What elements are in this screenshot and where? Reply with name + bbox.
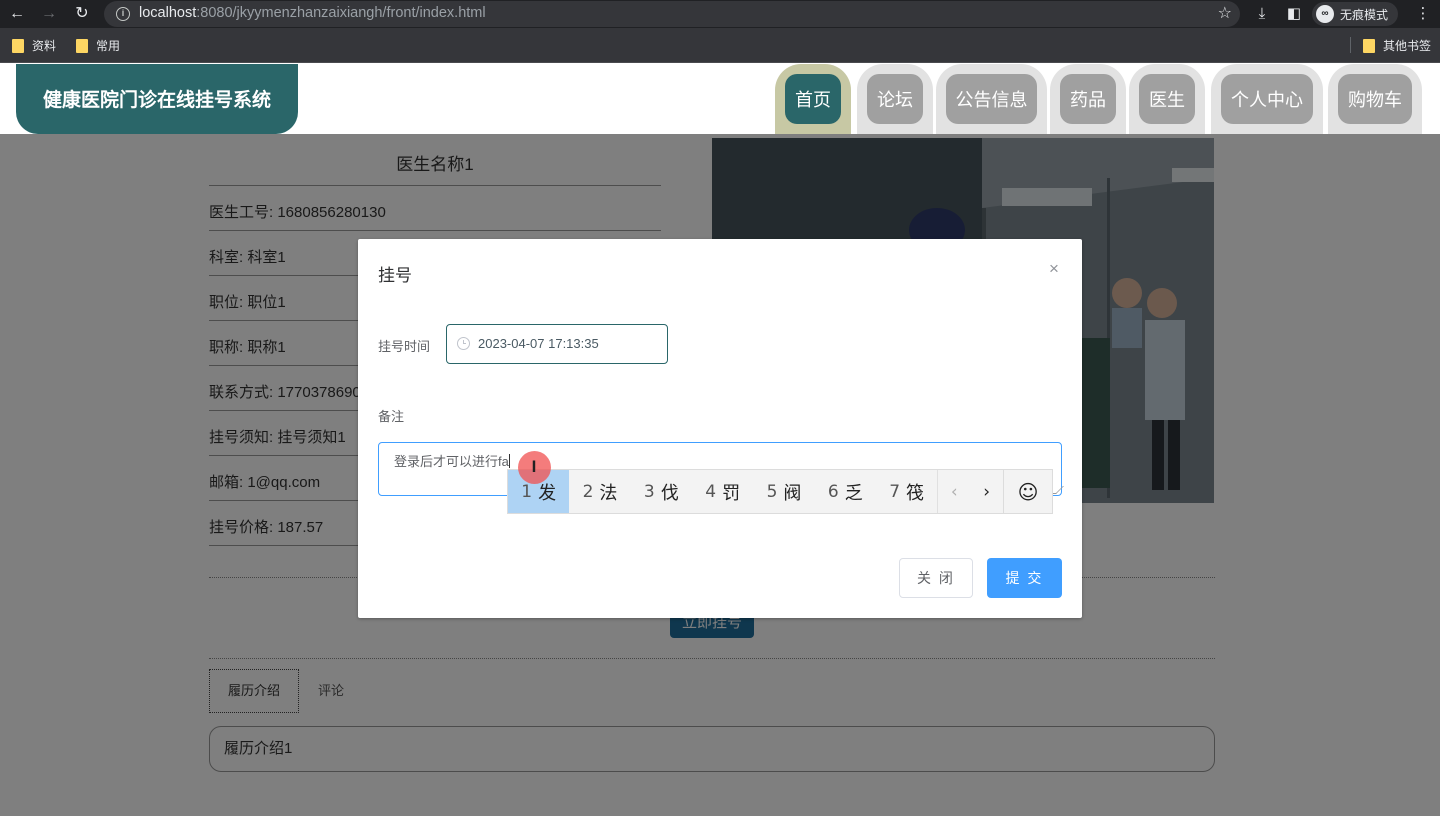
dialog-title: 挂号 <box>378 266 412 285</box>
bookmark-folder[interactable]: 常用 <box>76 37 120 54</box>
bookmark-folder[interactable]: 资料 <box>12 37 56 54</box>
url-text: localhost:8080/jkyymenzhanzaixiangh/fron… <box>139 5 486 21</box>
cancel-button[interactable]: 关 闭 <box>899 558 973 598</box>
nav-label: 购物车 <box>1338 74 1412 124</box>
remark-value: 登录后才可以进行fa <box>394 454 510 469</box>
back-icon[interactable]: ← <box>6 3 28 25</box>
nav-label: 论坛 <box>867 74 923 124</box>
menu-kebab-icon[interactable]: ⋮ <box>1412 3 1434 25</box>
bookmark-label: 资料 <box>32 39 57 53</box>
divider <box>1350 37 1351 53</box>
site-info-icon[interactable]: i <box>116 7 130 21</box>
nav-label: 首页 <box>785 74 841 124</box>
other-bookmarks[interactable]: 其他书签 <box>1363 37 1431 54</box>
browser-toolbar: ← → ↻ i localhost:8080/jkyymenzhanzaixia… <box>0 0 1440 28</box>
clock-icon <box>457 337 470 350</box>
bookmark-label: 其他书签 <box>1383 39 1432 53</box>
remark-label: 备注 <box>378 409 405 424</box>
ime-candidate[interactable]: 2法 <box>569 470 630 513</box>
bookmarks-bar: 资料 常用 其他书签 <box>0 28 1440 63</box>
booking-time-picker[interactable]: 2023-04-07 17:13:35 <box>446 324 668 364</box>
nav-doctors[interactable]: 医生 <box>1129 64 1205 134</box>
nav-forum[interactable]: 论坛 <box>857 64 933 134</box>
chevron-right-icon[interactable]: › <box>970 470 1003 513</box>
ime-candidate[interactable]: 7筏 <box>876 470 937 513</box>
bookmark-label: 常用 <box>96 39 121 53</box>
folder-icon <box>76 38 88 53</box>
page: 健康医院门诊在线挂号系统 首页 论坛 公告信息 药品 医生 个人中心 购物车 挂… <box>0 64 1440 816</box>
ime-candidate[interactable]: 5阀 <box>753 470 814 513</box>
smiley-icon[interactable]: ☺ <box>1003 470 1052 513</box>
nav-cart[interactable]: 购物车 <box>1328 64 1422 134</box>
chevron-left-icon[interactable]: ‹ <box>937 470 970 513</box>
ime-candidate-bar: 1发 2法 3伐 4罚 5阀 6乏 7筏 ‹ › ☺ <box>507 469 1053 514</box>
site-brand[interactable]: 健康医院门诊在线挂号系统 <box>16 64 298 134</box>
sidepanel-icon[interactable]: ◧ <box>1283 3 1305 25</box>
ime-candidate[interactable]: 3伐 <box>631 470 692 513</box>
incognito-badge[interactable]: ∞ 无痕模式 <box>1312 2 1399 26</box>
incognito-icon: ∞ <box>1316 5 1334 23</box>
nav-medicine[interactable]: 药品 <box>1050 64 1126 134</box>
text-cursor-icon: I <box>531 457 537 476</box>
forward-icon[interactable]: → <box>38 3 60 25</box>
download-icon[interactable]: ⤓ <box>1251 3 1273 25</box>
site-header: 健康医院门诊在线挂号系统 首页 论坛 公告信息 药品 医生 个人中心 购物车 <box>0 64 1440 134</box>
booking-time-value: 2023-04-07 17:13:35 <box>478 336 599 351</box>
nav-label: 个人中心 <box>1221 74 1313 124</box>
booking-dialog: 挂号 × 挂号时间 2023-04-07 17:13:35 备注 登录后才可以进… <box>358 239 1082 618</box>
nav-announcements[interactable]: 公告信息 <box>936 64 1047 134</box>
nav-label: 药品 <box>1060 74 1116 124</box>
ime-candidate[interactable]: 4罚 <box>692 470 753 513</box>
submit-button[interactable]: 提 交 <box>987 558 1062 598</box>
ime-candidate[interactable]: 6乏 <box>815 470 876 513</box>
folder-icon <box>1363 38 1375 53</box>
nav-profile[interactable]: 个人中心 <box>1211 64 1323 134</box>
bookmark-star-icon[interactable]: ☆ <box>1218 3 1232 23</box>
folder-icon <box>12 38 24 53</box>
close-icon[interactable]: × <box>1046 260 1062 277</box>
nav-label: 公告信息 <box>946 74 1037 124</box>
address-bar[interactable]: i localhost:8080/jkyymenzhanzaixiangh/fr… <box>104 1 1240 27</box>
incognito-label: 无痕模式 <box>1340 7 1389 22</box>
nav-label: 医生 <box>1139 74 1195 124</box>
reload-icon[interactable]: ↻ <box>71 3 93 25</box>
nav-home[interactable]: 首页 <box>775 64 851 134</box>
time-label: 挂号时间 <box>378 339 431 354</box>
